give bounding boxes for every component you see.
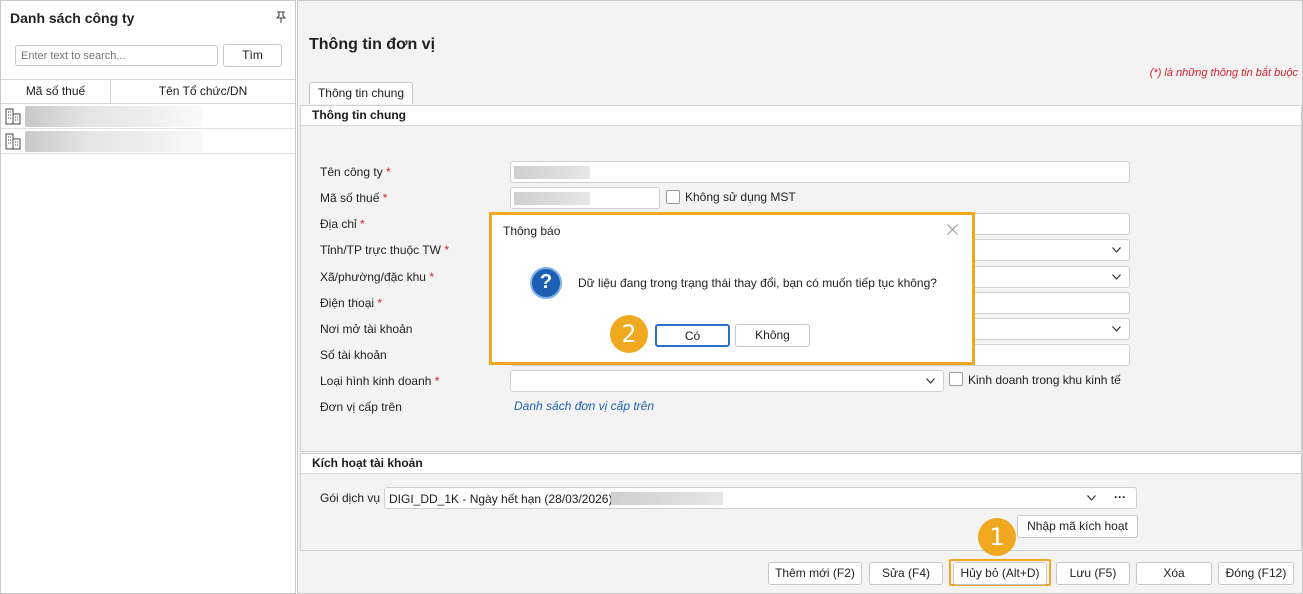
redacted-value: [611, 492, 723, 505]
table-row[interactable]: [1, 104, 295, 129]
close-button[interactable]: Đóng (F12): [1218, 562, 1294, 585]
save-button[interactable]: Lưu (F5): [1056, 562, 1130, 585]
econ-zone-checkbox[interactable]: [949, 372, 963, 386]
bank-branch-label: Nơi mở tài khoản: [320, 322, 413, 336]
pin-icon[interactable]: [276, 11, 286, 23]
search-button[interactable]: Tìm: [223, 44, 282, 67]
parent-unit-link[interactable]: Danh sách đơn vị cấp trên: [514, 399, 654, 413]
confirm-dialog: Thông báo ? Dữ liệu đang trong trạng thá…: [489, 212, 975, 365]
account-number-label: Số tài khoản: [320, 348, 387, 362]
column-header-tax-code[interactable]: Mã số thuế: [1, 80, 111, 103]
section-header-activation: Kích hoạt tài khoản: [301, 454, 1301, 474]
tax-code-input[interactable]: [510, 187, 660, 209]
company-grid-header: Mã số thuế Tên Tổ chức/DN: [1, 79, 295, 104]
chevron-down-icon: [926, 378, 935, 384]
business-type-label: Loại hình kinh doanh *: [320, 374, 440, 388]
column-header-company-name[interactable]: Tên Tổ chức/DN: [111, 80, 295, 103]
redacted-cell: [25, 106, 203, 127]
edit-button[interactable]: Sửa (F4): [869, 562, 943, 585]
building-icon: [5, 133, 21, 150]
chevron-down-icon: [1112, 274, 1121, 280]
company-name-input[interactable]: [510, 161, 1130, 183]
building-icon: [5, 108, 21, 125]
no-tax-code-checkbox[interactable]: [666, 190, 680, 204]
required-note: (*) là những thông tin bắt buộc: [1149, 67, 1298, 79]
question-icon: ?: [530, 267, 562, 299]
page-title: Thông tin đơn vị: [309, 36, 436, 53]
step-2-badge: 2: [610, 315, 648, 353]
enter-activation-code-button[interactable]: Nhập mã kích hoạt: [1017, 515, 1138, 538]
chevron-down-icon: [1112, 326, 1121, 332]
dialog-title: Thông báo: [503, 224, 561, 238]
company-search-input[interactable]: [15, 45, 218, 66]
add-new-button[interactable]: Thêm mới (F2): [768, 562, 862, 585]
redacted-cell: [25, 131, 203, 152]
redacted-value: [514, 192, 590, 205]
business-type-select[interactable]: [510, 370, 944, 392]
yes-button[interactable]: Có: [655, 324, 730, 347]
chevron-down-icon: [1112, 247, 1121, 253]
company-name-label: Tên công ty *: [320, 165, 391, 179]
address-label: Địa chỉ *: [320, 217, 365, 231]
dialog-message: Dữ liệu đang trong trạng thái thay đổi, …: [578, 276, 937, 290]
close-icon[interactable]: [947, 224, 958, 235]
section-header-general: Thông tin chung: [301, 106, 1301, 126]
more-options-button[interactable]: ···: [1114, 490, 1126, 504]
company-list-panel: Danh sách công ty Tìm Mã số thuế Tên Tổ …: [0, 0, 296, 594]
tab-general-info[interactable]: Thông tin chung: [309, 82, 413, 104]
province-label: Tỉnh/TP trực thuộc TW *: [320, 243, 449, 257]
table-row[interactable]: [1, 129, 295, 154]
phone-label: Điện thoại *: [320, 296, 383, 310]
no-button[interactable]: Không: [735, 324, 810, 347]
service-package-label: Gói dịch vụ: [320, 491, 381, 505]
service-package-value: DIGI_DD_1K - Ngày hết hạn (28/03/2026) -: [389, 492, 620, 506]
ward-label: Xã/phường/đặc khu *: [320, 270, 434, 284]
tax-code-label: Mã số thuế *: [320, 191, 388, 205]
step-1-badge: 1: [978, 518, 1016, 556]
delete-button[interactable]: Xóa: [1136, 562, 1212, 585]
cancel-button[interactable]: Hủy bỏ (Alt+D): [953, 562, 1047, 585]
company-list-title: Danh sách công ty: [10, 10, 135, 26]
econ-zone-label: Kinh doanh trong khu kinh tế: [968, 373, 1121, 387]
no-tax-code-label: Không sử dụng MST: [685, 190, 796, 204]
activation-section: Kích hoạt tài khoản Gói dịch vụ DIGI_DD_…: [300, 453, 1302, 551]
redacted-value: [514, 166, 590, 179]
parent-unit-label: Đơn vị cấp trên: [320, 400, 402, 414]
chevron-down-icon: [1087, 495, 1096, 501]
service-package-select[interactable]: DIGI_DD_1K - Ngày hết hạn (28/03/2026) -…: [384, 487, 1137, 509]
